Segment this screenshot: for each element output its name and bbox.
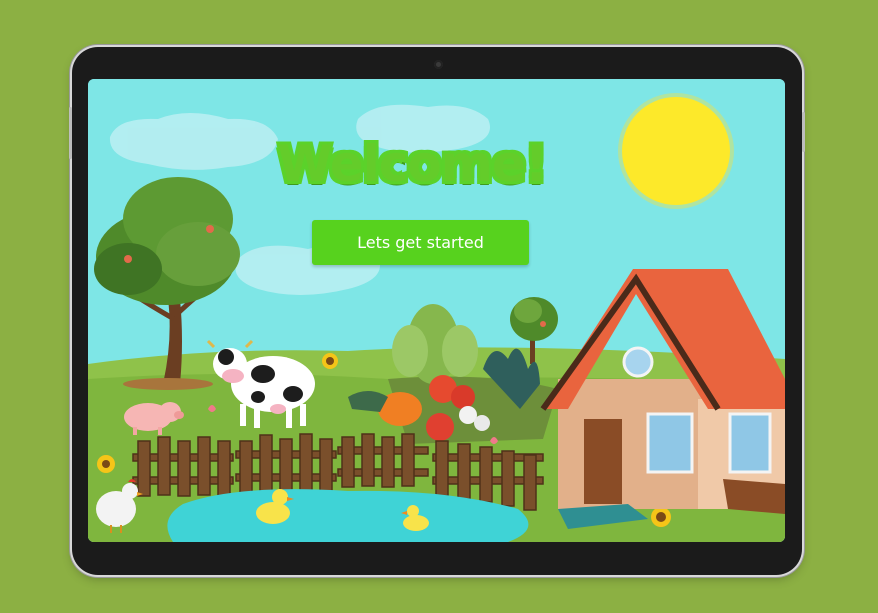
start-button[interactable]: Lets get started xyxy=(312,220,529,265)
camera-icon xyxy=(434,60,443,69)
volume-button xyxy=(69,107,72,159)
tablet-frame: Welcome! Lets get started xyxy=(69,47,805,575)
welcome-title: Welcome! xyxy=(277,135,547,193)
power-button xyxy=(802,112,805,152)
game-screen: Welcome! Lets get started xyxy=(88,79,785,542)
